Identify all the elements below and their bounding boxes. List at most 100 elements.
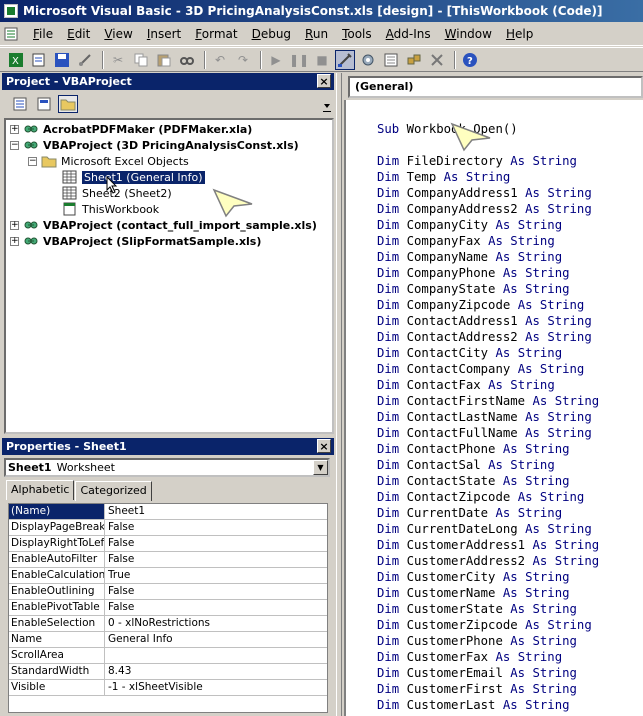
code-keyword: String — [532, 602, 577, 616]
menu-insert[interactable]: Insert — [140, 24, 188, 44]
expand-icon[interactable]: + — [10, 220, 19, 230]
project-panel-title-text: Project - VBAProject — [6, 75, 132, 88]
toolbar-overflow-arrow[interactable] — [320, 98, 334, 116]
menu-debug[interactable]: Debug — [245, 24, 298, 44]
menu-file[interactable]: File — [26, 24, 60, 44]
expand-icon[interactable]: + — [10, 124, 19, 134]
menu-view[interactable]: View — [97, 24, 139, 44]
redo-icon[interactable]: ↷ — [233, 50, 253, 70]
expand-icon[interactable]: + — [10, 236, 19, 246]
reset-icon[interactable]: ■ — [312, 50, 332, 70]
worksheet-icon — [62, 170, 78, 184]
help-icon[interactable]: ? — [460, 50, 480, 70]
design-mode-icon[interactable] — [335, 49, 355, 70]
save-icon[interactable] — [52, 50, 72, 70]
property-value[interactable]: General Info — [105, 632, 327, 647]
property-value[interactable]: False — [105, 584, 327, 599]
break-icon[interactable]: ❚❚ — [289, 50, 309, 70]
property-row[interactable]: EnableOutlining False — [9, 584, 327, 600]
collapse-icon[interactable]: − — [28, 156, 37, 166]
code-margin-indicator-bar[interactable] — [346, 100, 368, 716]
paste-icon[interactable] — [154, 50, 174, 70]
menu-add-ins[interactable]: Add-Ins — [379, 24, 438, 44]
tree-item-excel-objects[interactable]: − Microsoft Excel Objects — [28, 153, 189, 169]
code-keyword: Dim — [377, 506, 400, 520]
tab-categorized[interactable]: Categorized — [75, 481, 152, 501]
code-keyword: As — [525, 410, 540, 424]
tree-item-acrobat[interactable]: + AcrobatPDFMaker (PDFMaker.xla) — [10, 121, 252, 137]
tree-item-slipformat[interactable]: + VBAProject (SlipFormatSample.xls) — [10, 233, 261, 249]
project-panel-title: Project - VBAProject × — [2, 73, 334, 90]
code-object-combo[interactable]: (General) — [348, 76, 643, 98]
dropdown-arrow-icon[interactable]: ▼ — [313, 460, 328, 475]
property-value[interactable]: False — [105, 520, 327, 535]
view-code-icon[interactable] — [10, 95, 30, 113]
find-icon[interactable] — [177, 50, 197, 70]
property-name: ScrollArea — [9, 648, 105, 663]
excel-sheet-icon[interactable] — [4, 26, 20, 42]
undo-icon[interactable]: ↶ — [210, 50, 230, 70]
property-value[interactable]: -1 - xlSheetVisible — [105, 680, 327, 695]
cut-icon[interactable]: ✂ — [108, 50, 128, 70]
toggle-folders-icon[interactable] — [58, 95, 78, 113]
property-value[interactable]: False — [105, 552, 327, 567]
tree-label: VBAProject (SlipFormatSample.xls) — [43, 234, 262, 248]
property-row[interactable]: ScrollArea — [9, 648, 327, 664]
code-keyword: Dim — [377, 234, 400, 248]
properties-object-combo[interactable]: Sheet1 Worksheet ▼ — [4, 458, 330, 477]
code-keyword: String — [525, 266, 570, 280]
tree-item-3d-pricing[interactable]: − VBAProject (3D PricingAnalysisConst.xl… — [10, 137, 299, 153]
property-value[interactable] — [105, 648, 327, 663]
property-value[interactable]: False — [105, 536, 327, 551]
menu-format[interactable]: Format — [188, 24, 244, 44]
project-explorer-icon[interactable] — [358, 50, 378, 70]
menu-window[interactable]: Window — [438, 24, 499, 44]
insert-module-icon[interactable] — [29, 50, 49, 70]
property-row[interactable]: (Name) Sheet1 — [9, 504, 327, 520]
tree-item-sheet1[interactable]: Sheet1 (General Info) — [62, 169, 205, 185]
property-row[interactable]: DisplayRightToLeft False — [9, 536, 327, 552]
code-keyword: Dim — [377, 346, 400, 360]
view-excel-icon[interactable] — [75, 50, 95, 70]
copy-icon[interactable] — [131, 50, 151, 70]
tab-alphabetic[interactable]: Alphabetic — [6, 480, 75, 500]
property-row[interactable]: EnableAutoFilter False — [9, 552, 327, 568]
menu-edit[interactable]: Edit — [60, 24, 97, 44]
excel-icon[interactable]: X — [6, 50, 26, 70]
property-row[interactable]: EnableSelection 0 - xlNoRestrictions — [9, 616, 327, 632]
property-row[interactable]: EnablePivotTable False — [9, 600, 327, 616]
property-row[interactable]: DisplayPageBreaks False — [9, 520, 327, 536]
property-row[interactable]: StandardWidth 8.43 — [9, 664, 327, 680]
tree-item-contact-import[interactable]: + VBAProject (contact_full_import_sample… — [10, 217, 317, 233]
property-value[interactable]: True — [105, 568, 327, 583]
property-value[interactable]: Sheet1 — [105, 504, 327, 519]
object-browser-icon[interactable] — [404, 50, 424, 70]
property-value[interactable]: 0 - xlNoRestrictions — [105, 616, 327, 631]
properties-icon[interactable] — [381, 50, 401, 70]
property-value[interactable]: False — [105, 600, 327, 615]
menu-help[interactable]: Help — [499, 24, 540, 44]
view-object-icon[interactable] — [34, 95, 54, 113]
tree-item-thisworkbook[interactable]: ThisWorkbook — [62, 201, 159, 217]
property-row[interactable]: Visible -1 - xlSheetVisible — [9, 680, 327, 696]
collapse-icon[interactable]: − — [10, 140, 19, 150]
property-value[interactable]: 8.43 — [105, 664, 327, 679]
menu-tools[interactable]: Tools — [335, 24, 379, 44]
code-keyword: String — [510, 234, 555, 248]
code-keyword: As — [488, 234, 503, 248]
window-title: Microsoft Visual Basic - 3D PricingAnaly… — [23, 4, 603, 18]
run-icon[interactable]: ▶ — [266, 50, 286, 70]
toolbox-icon[interactable] — [427, 50, 447, 70]
code-editor[interactable]: Sub Workbook_Open() Dim FileDirectory As… — [344, 100, 643, 716]
folder-icon — [41, 154, 57, 168]
menu-run[interactable]: Run — [298, 24, 335, 44]
code-line-dim: Dim ContactState As String — [377, 473, 599, 489]
code-identifier: CurrentDateLong — [406, 522, 518, 536]
panel-splitter[interactable] — [336, 73, 342, 716]
property-row[interactable]: Name General Info — [9, 632, 327, 648]
properties-panel-close-button[interactable]: × — [317, 439, 331, 453]
property-row[interactable]: EnableCalculation True — [9, 568, 327, 584]
code-keyword: String — [547, 522, 592, 536]
code-keyword: Dim — [377, 522, 400, 536]
project-panel-close-button[interactable]: × — [317, 74, 331, 88]
